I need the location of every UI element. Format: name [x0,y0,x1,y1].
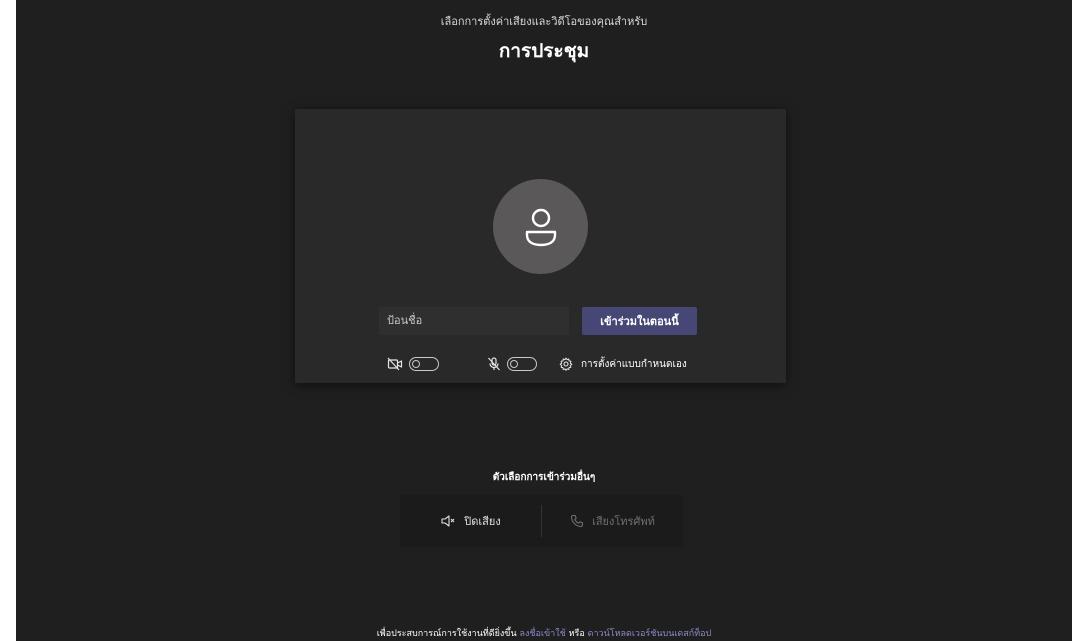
camera-toggle-knob [412,360,420,368]
device-controls: การตั้งค่าแบบกำหนดเอง [387,353,687,375]
audio-off-option[interactable]: ปิดเสียง [400,495,541,547]
join-now-button[interactable]: เข้าร่วมในตอนนี้ [582,307,697,335]
other-join-options: ปิดเสียง เสียงโทรศัพท์ [400,495,683,547]
audio-off-label: ปิดเสียง [464,515,501,528]
person-icon [523,207,559,247]
name-input[interactable] [379,307,569,335]
signin-link[interactable]: ลงชื่อเข้าใช้ [519,629,565,639]
footer-or: หรือ [568,629,585,639]
prejoin-card: เข้าร่วมในตอนนี้ [295,109,786,383]
mic-off-icon [487,357,501,371]
camera-toggle[interactable] [409,357,439,371]
phone-audio-option[interactable]: เสียงโทรศัพท์ [542,495,683,547]
other-join-options-title: ตัวเลือกการเข้าร่วมอื่นๆ [492,472,596,483]
avatar [493,179,588,274]
meeting-prejoin-screen: เลือกการตั้งค่าเสียงและวิดีโอของคุณสำหรั… [16,0,1072,641]
mic-toggle[interactable] [507,357,537,371]
phone-icon [570,514,584,528]
page-title: การประชุม [498,40,590,62]
mic-toggle-knob [510,360,518,368]
custom-settings-label: การตั้งค่าแบบกำหนดเอง [581,358,687,370]
footer-prefix: เพื่อประสบการณ์การใช้งานที่ดียิ่งขึ้น [376,629,517,639]
footer-note: เพื่อประสบการณ์การใช้งานที่ดียิ่งขึ้น ลง… [16,626,1072,640]
download-desktop-link[interactable]: ดาวน์โหลดเวอร์ชันบนเดสก์ท็อป [588,629,712,639]
gear-icon [559,357,573,371]
camera-off-icon [387,357,403,371]
custom-settings-button[interactable]: การตั้งค่าแบบกำหนดเอง [559,357,687,372]
phone-audio-label: เสียงโทรศัพท์ [592,515,655,528]
speaker-muted-icon [440,514,456,528]
page-subtitle: เลือกการตั้งค่าเสียงและวิดีโอของคุณสำหรั… [440,15,648,28]
